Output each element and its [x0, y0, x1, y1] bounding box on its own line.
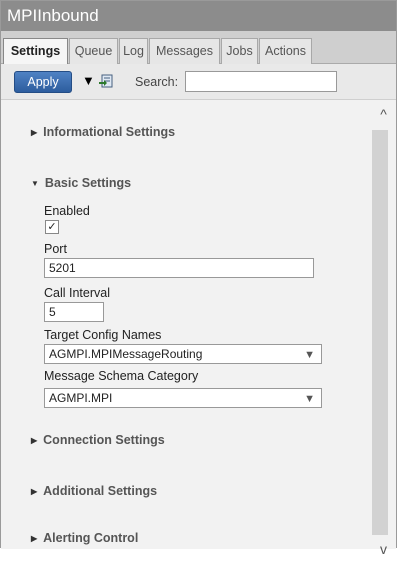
- tab-queue[interactable]: Queue: [69, 38, 118, 64]
- port-label: Port: [44, 242, 67, 256]
- section-label: Informational Settings: [43, 125, 176, 139]
- section-basic-settings[interactable]: ▼ Basic Settings: [31, 176, 131, 190]
- vertical-scrollbar[interactable]: ^ v: [371, 101, 396, 557]
- caret-down-icon[interactable]: ▼: [82, 73, 95, 88]
- dropdown-arrow-icon: ▼: [304, 393, 315, 405]
- search-label: Search:: [135, 75, 179, 89]
- call-interval-label: Call Interval: [44, 286, 110, 300]
- enabled-label: Enabled: [44, 204, 90, 218]
- tab-actions[interactable]: Actions: [259, 38, 312, 64]
- schema-category-label: Message Schema Category: [44, 369, 199, 383]
- dropdown-arrow-icon: ▼: [304, 349, 315, 361]
- caret-right-icon: ▶: [31, 436, 38, 445]
- tab-settings[interactable]: Settings: [3, 38, 68, 65]
- caret-right-icon: ▶: [31, 487, 38, 496]
- schema-category-select[interactable]: AGMPI.MPI ▼: [44, 388, 322, 408]
- section-alerting-control[interactable]: ▶ Alerting Control: [31, 531, 138, 545]
- tab-strip: Settings Queue Log Messages Jobs Actions: [1, 31, 396, 65]
- section-label: Basic Settings: [44, 176, 132, 190]
- port-field[interactable]: 5201: [44, 258, 314, 278]
- enabled-checkbox[interactable]: ✓: [45, 220, 59, 234]
- target-config-select[interactable]: AGMPI.MPIMessageRouting ▼: [44, 344, 322, 364]
- chevron-up-icon[interactable]: ^: [371, 106, 396, 126]
- tab-log[interactable]: Log: [119, 38, 148, 64]
- target-config-label: Target Config Names: [44, 328, 162, 342]
- chevron-down-icon[interactable]: v: [371, 541, 396, 561]
- caret-right-icon: ▶: [31, 534, 38, 543]
- section-label: Additional Settings: [43, 484, 158, 498]
- target-config-value: AGMPI.MPIMessageRouting: [49, 347, 203, 361]
- section-label: Connection Settings: [43, 433, 165, 447]
- call-interval-field[interactable]: 5: [44, 302, 104, 322]
- search-input[interactable]: [185, 71, 337, 92]
- window-title: MPIInbound: [1, 1, 396, 31]
- schema-category-value: AGMPI.MPI: [49, 391, 113, 405]
- tab-jobs[interactable]: Jobs: [221, 38, 258, 64]
- export-icon[interactable]: [98, 73, 114, 89]
- production-config-window: MPIInbound Settings Queue Log Messages J…: [0, 0, 397, 557]
- section-connection-settings[interactable]: ▶ Connection Settings: [31, 433, 165, 447]
- section-label: Alerting Control: [43, 531, 139, 545]
- tab-messages[interactable]: Messages: [149, 38, 220, 64]
- section-additional-settings[interactable]: ▶ Additional Settings: [31, 484, 157, 498]
- settings-panel: ▶ Informational Settings ▼ Basic Settings …: [1, 101, 371, 549]
- caret-right-icon: ▶: [31, 128, 38, 137]
- scroll-thumb[interactable]: [372, 130, 388, 535]
- toolbar: Apply ▼ Search:: [1, 64, 396, 100]
- apply-button[interactable]: Apply: [14, 71, 72, 93]
- section-informational-settings[interactable]: ▶ Informational Settings: [31, 125, 175, 139]
- caret-down-icon: ▼: [31, 179, 39, 188]
